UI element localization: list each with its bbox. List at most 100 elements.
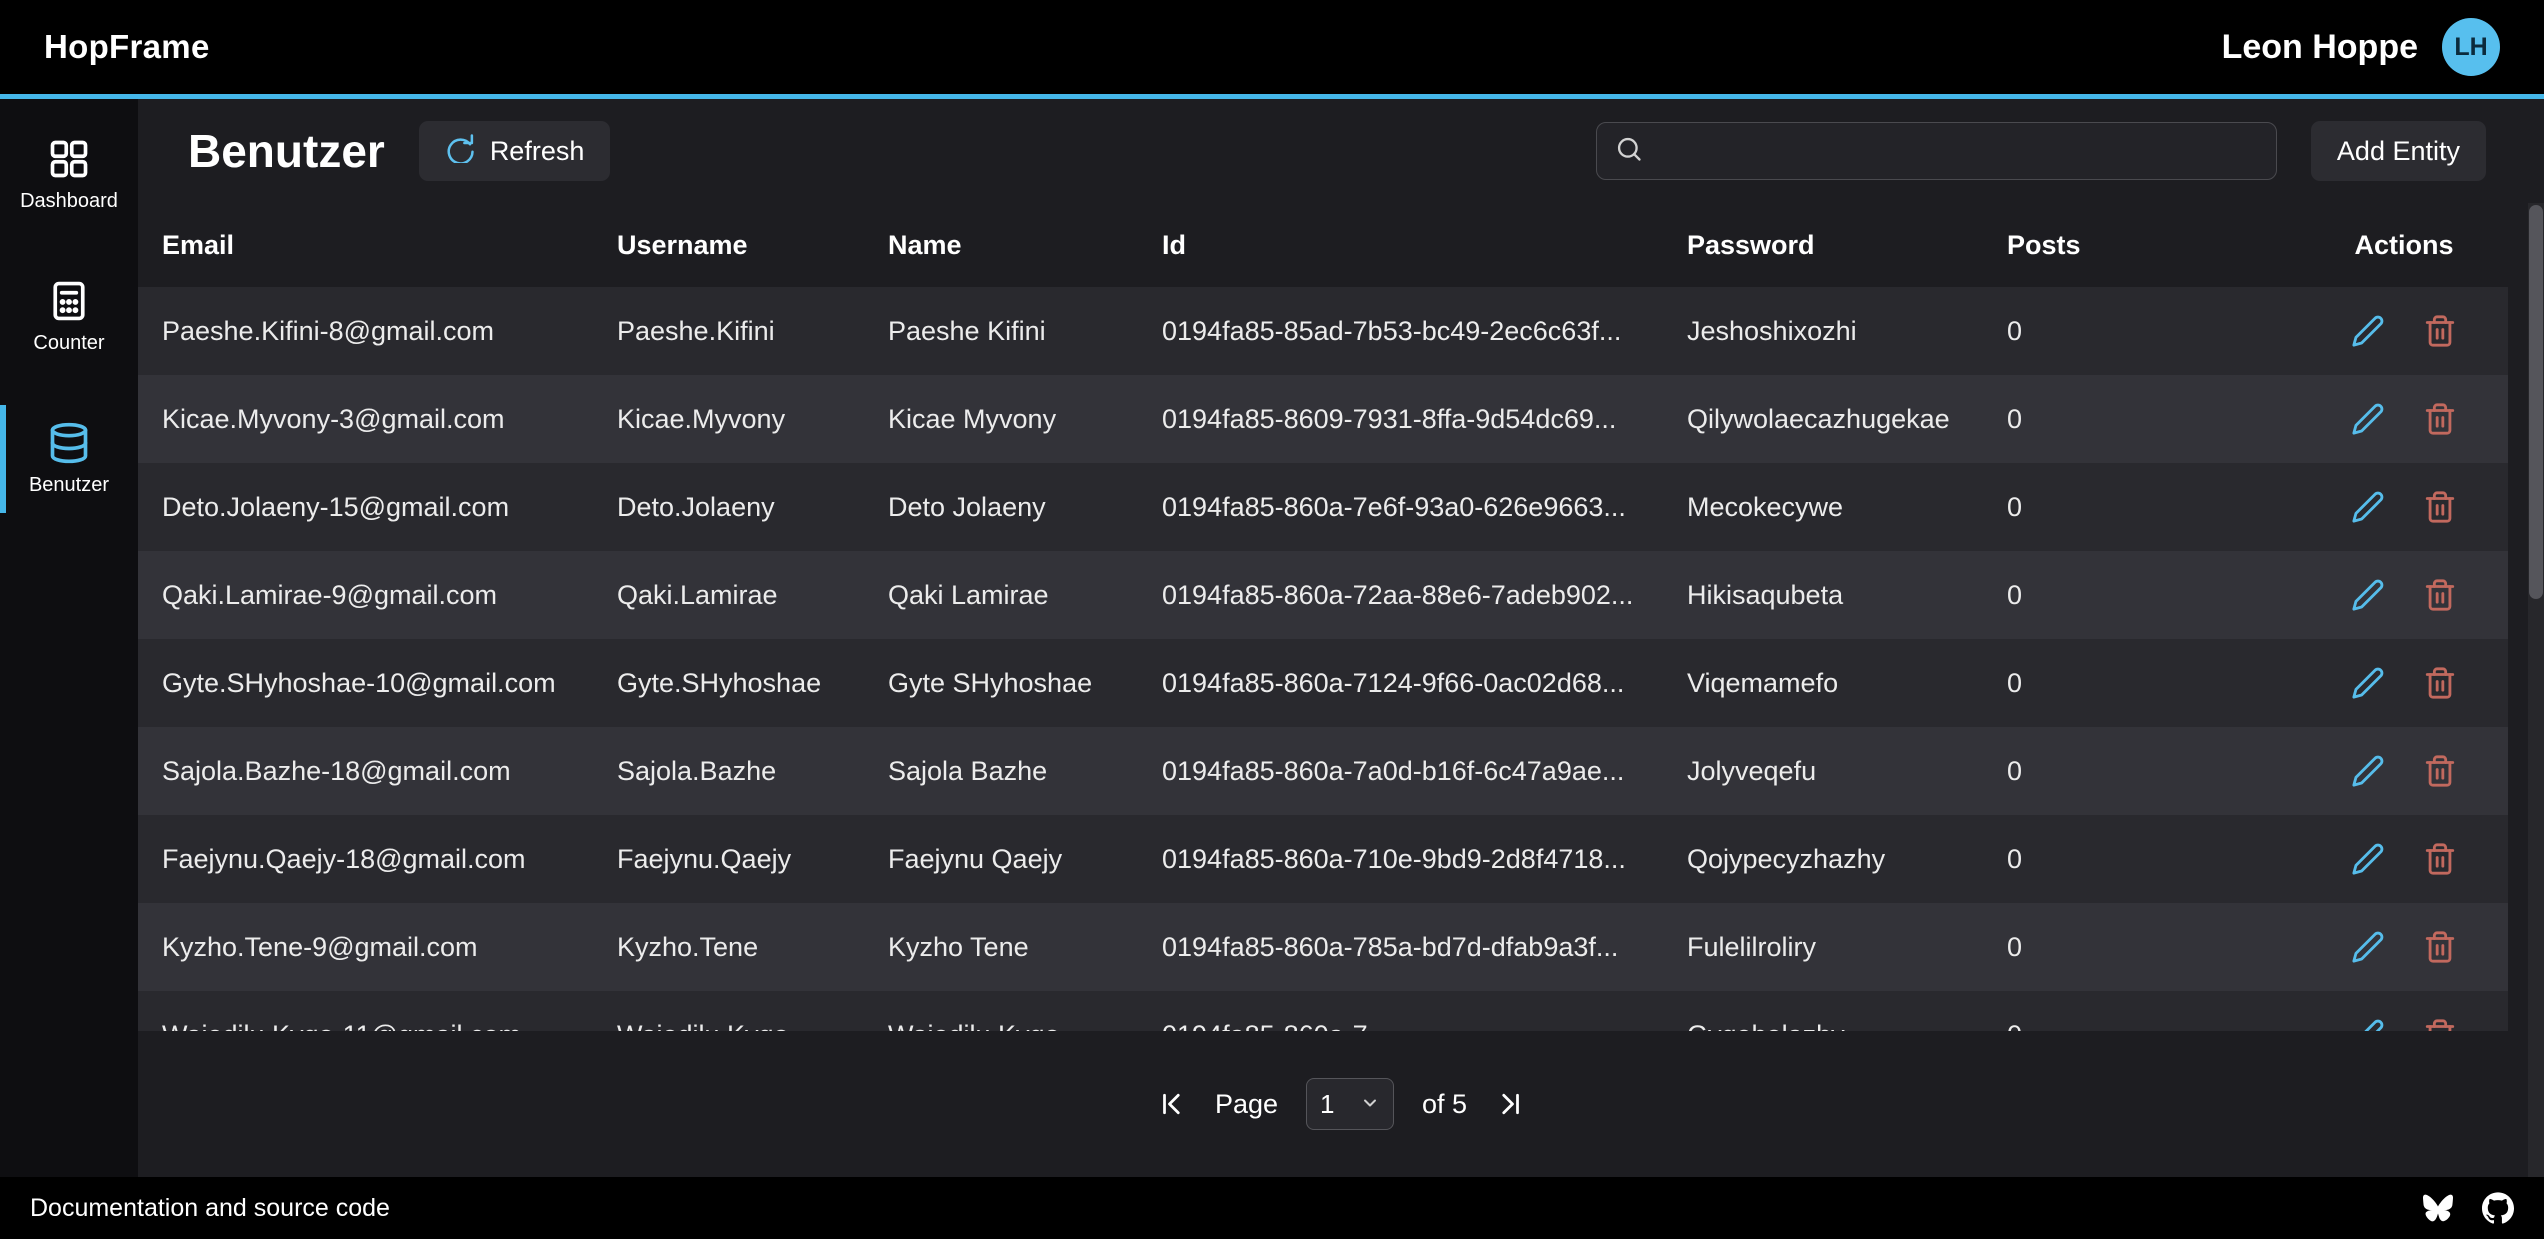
cell-id: 0194fa85-860a-72aa-88e6-7adeb902... [1162, 580, 1687, 611]
cell-username: Paeshe.Kifini [617, 316, 888, 347]
table-row: Gyte.SHyhoshae-10@gmail.com Gyte.SHyhosh… [138, 639, 2508, 727]
search-icon [1615, 135, 1643, 168]
cell-actions [2300, 312, 2508, 350]
column-header-password: Password [1687, 230, 2007, 261]
refresh-icon [445, 133, 475, 170]
edit-button[interactable] [2349, 312, 2387, 350]
cell-actions [2300, 488, 2508, 526]
cell-email: Kicae.Myvony-3@gmail.com [162, 404, 617, 435]
cell-email: Faejynu.Qaejy-18@gmail.com [162, 844, 617, 875]
edit-button[interactable] [2349, 928, 2387, 966]
edit-button[interactable] [2349, 752, 2387, 790]
cell-id: 0194fa85-8609-7931-8ffa-9d54dc69... [1162, 404, 1687, 435]
search-input[interactable] [1657, 136, 2258, 167]
cell-name: Kyzho Tene [888, 932, 1162, 963]
cell-email: Gyte.SHyhoshae-10@gmail.com [162, 668, 617, 699]
scrollbar-thumb[interactable] [2529, 205, 2543, 599]
edit-button[interactable] [2349, 664, 2387, 702]
page-total-label: of 5 [1422, 1089, 1467, 1120]
cell-id: 0194fa85-860a-7a0d-b16f-6c47a9ae... [1162, 756, 1687, 787]
cell-username: Gyte.SHyhoshae [617, 668, 888, 699]
footer: Documentation and source code [0, 1177, 2544, 1239]
delete-button[interactable] [2421, 752, 2459, 790]
cell-password: Mecokecywe [1687, 492, 2007, 523]
sidebar-item-benutzer[interactable]: Benutzer [0, 405, 132, 513]
delete-button[interactable] [2421, 664, 2459, 702]
table-row: Paeshe.Kifini-8@gmail.com Paeshe.Kifini … [138, 287, 2508, 375]
delete-button[interactable] [2421, 1016, 2459, 1031]
top-bar: HopFrame Leon Hoppe LH [0, 0, 2544, 94]
user-name: Leon Hoppe [2222, 28, 2418, 67]
page-select[interactable]: 1 [1306, 1078, 1394, 1130]
cell-name: Sajola Bazhe [888, 756, 1162, 787]
cell-id: 0194fa85-860a-7e6f-93a0-626e9663... [1162, 492, 1687, 523]
calculator-icon [47, 279, 91, 323]
cell-id: 0194fa85-860a-7124-9f66-0ac02d68... [1162, 668, 1687, 699]
avatar-initials: LH [2454, 33, 2487, 62]
add-entity-button[interactable]: Add Entity [2311, 121, 2486, 181]
delete-button[interactable] [2421, 488, 2459, 526]
delete-button[interactable] [2421, 928, 2459, 966]
column-header-actions: Actions [2300, 230, 2508, 261]
cell-name: Qaki Lamirae [888, 580, 1162, 611]
app-window: HopFrame Leon Hoppe LH Dashboard [0, 0, 2544, 1239]
brand-logo[interactable]: HopFrame [44, 28, 210, 66]
sidebar-item-label: Counter [33, 332, 104, 355]
table-row: Qaki.Lamirae-9@gmail.com Qaki.Lamirae Qa… [138, 551, 2508, 639]
sidebar-item-dashboard[interactable]: Dashboard [0, 121, 132, 229]
column-header-name: Name [888, 230, 1162, 261]
cell-password: Jeshoshixozhi [1687, 316, 2007, 347]
column-header-id: Id [1162, 230, 1687, 261]
cell-username: Qaki.Lamirae [617, 580, 888, 611]
cell-posts: 0 [2007, 316, 2300, 347]
avatar[interactable]: LH [2442, 18, 2500, 76]
cell-username: Faejynu.Qaejy [617, 844, 888, 875]
toolbar: Benutzer Refresh [138, 99, 2544, 203]
delete-button[interactable] [2421, 400, 2459, 438]
edit-button[interactable] [2349, 400, 2387, 438]
sidebar-item-counter[interactable]: Counter [0, 263, 132, 371]
bluesky-icon[interactable] [2422, 1193, 2454, 1223]
cell-email: Qaki.Lamirae-9@gmail.com [162, 580, 617, 611]
first-page-button[interactable] [1157, 1089, 1187, 1119]
footer-text: Documentation and source code [30, 1194, 390, 1223]
cell-username: Deto.Jolaeny [617, 492, 888, 523]
cell-posts: 0 [2007, 1020, 2300, 1032]
cell-password: Qilywolaecazhugekae [1687, 404, 2007, 435]
refresh-label: Refresh [490, 136, 585, 167]
edit-button[interactable] [2349, 1016, 2387, 1031]
scrollbar[interactable] [2528, 203, 2544, 1177]
cell-posts: 0 [2007, 844, 2300, 875]
edit-button[interactable] [2349, 488, 2387, 526]
cell-name: Paeshe Kifini [888, 316, 1162, 347]
cell-email: Sajola.Bazhe-18@gmail.com [162, 756, 617, 787]
edit-button[interactable] [2349, 840, 2387, 878]
github-icon[interactable] [2482, 1192, 2514, 1224]
cell-name: Faejynu Qaejy [888, 844, 1162, 875]
cell-id: 0194fa85-860a-785a-bd7d-dfab9a3f... [1162, 932, 1687, 963]
footer-icons [2422, 1192, 2514, 1224]
cell-name: Wajedilu Kyqo [888, 1020, 1162, 1032]
cell-email: Paeshe.Kifini-8@gmail.com [162, 316, 617, 347]
cell-actions [2300, 1016, 2508, 1031]
cell-name: Kicae Myvony [888, 404, 1162, 435]
search-box [1596, 122, 2277, 180]
refresh-button[interactable]: Refresh [419, 121, 611, 181]
database-icon [47, 421, 91, 465]
cell-posts: 0 [2007, 932, 2300, 963]
delete-button[interactable] [2421, 576, 2459, 614]
chevron-down-icon [1360, 1089, 1380, 1120]
cell-password: Hikisaqubeta [1687, 580, 2007, 611]
cell-password: Fulelilroliry [1687, 932, 2007, 963]
grid-icon [47, 137, 91, 181]
cell-email: Kyzho.Tene-9@gmail.com [162, 932, 617, 963]
delete-button[interactable] [2421, 312, 2459, 350]
cell-actions [2300, 664, 2508, 702]
last-page-button[interactable] [1495, 1089, 1525, 1119]
table-row: Kicae.Myvony-3@gmail.com Kicae.Myvony Ki… [138, 375, 2508, 463]
column-header-username: Username [617, 230, 888, 261]
edit-button[interactable] [2349, 576, 2387, 614]
page-select-value: 1 [1320, 1089, 1334, 1120]
delete-button[interactable] [2421, 840, 2459, 878]
table-row: Wajedilu.Kyqo-11@gmail.com Wajedilu.Kyqo… [138, 991, 2508, 1031]
